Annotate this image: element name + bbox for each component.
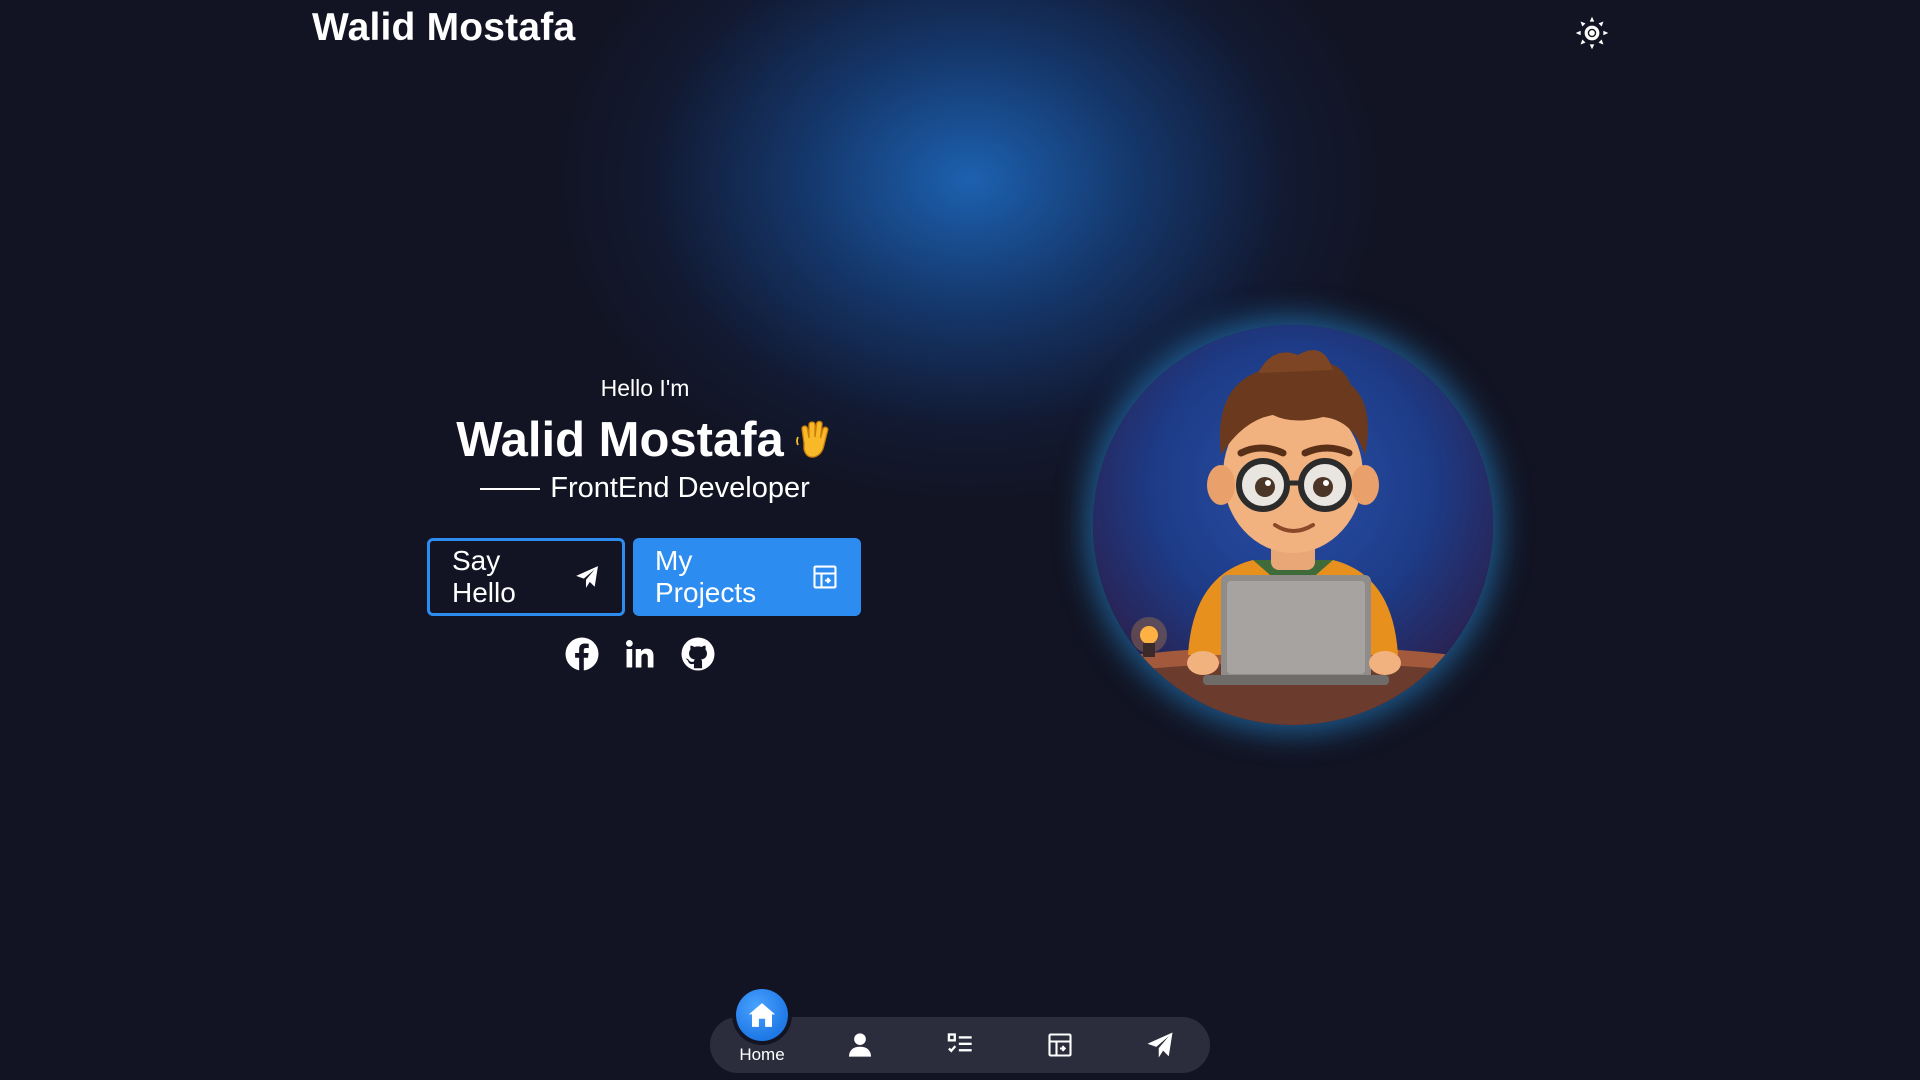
hero-greeting: Hello I'm [600, 375, 690, 401]
hero-role-row: FrontEnd Developer [420, 472, 870, 505]
projects-icon [813, 565, 837, 589]
bottom-nav: Home [710, 989, 1210, 1073]
hero-actions: Say Hello My Projects [427, 538, 861, 616]
say-hello-button[interactable]: Say Hello [427, 538, 625, 616]
facebook-link[interactable] [564, 636, 600, 672]
hero-intro: Hello I'm Walid Mostafa FrontEnd Develop… [420, 375, 870, 505]
checklist-icon [947, 1033, 972, 1053]
linkedin-icon [625, 639, 654, 668]
nav-item-home[interactable]: Home [710, 989, 810, 1073]
github-icon [681, 637, 715, 671]
theme-toggle-button[interactable] [1574, 15, 1610, 51]
paper-plane-icon [1147, 1032, 1173, 1058]
nav-home-label: Home [739, 1045, 785, 1064]
user-icon [848, 1033, 872, 1057]
avatar [1093, 325, 1493, 725]
hero-name: Walid Mostafa [456, 413, 784, 467]
sun-icon [1575, 16, 1609, 50]
nav-item-about[interactable] [810, 1017, 910, 1073]
social-links [564, 636, 716, 672]
paper-plane-icon [576, 566, 598, 588]
developer-avatar [1113, 350, 1473, 725]
my-projects-label: My Projects [655, 545, 757, 608]
hero-role: FrontEnd Developer [550, 472, 810, 504]
role-divider [480, 487, 541, 490]
hero-name-row: Walid Mostafa [420, 412, 870, 468]
waving-hand-icon [795, 420, 829, 458]
github-link[interactable] [680, 636, 716, 672]
projects-icon [1048, 1033, 1072, 1057]
home-icon [748, 1003, 776, 1027]
home-bubble [736, 989, 788, 1041]
linkedin-link[interactable] [622, 636, 658, 672]
say-hello-label: Say Hello [452, 545, 516, 608]
nav-item-skills[interactable] [910, 1017, 1010, 1073]
site-brand[interactable]: Walid Mostafa [312, 6, 575, 50]
nav-item-projects[interactable] [1010, 1017, 1110, 1073]
facebook-icon [565, 637, 599, 671]
nav-home-active: Home [736, 989, 788, 1065]
nav-item-contact[interactable] [1110, 1017, 1210, 1073]
my-projects-button[interactable]: My Projects [633, 538, 861, 616]
